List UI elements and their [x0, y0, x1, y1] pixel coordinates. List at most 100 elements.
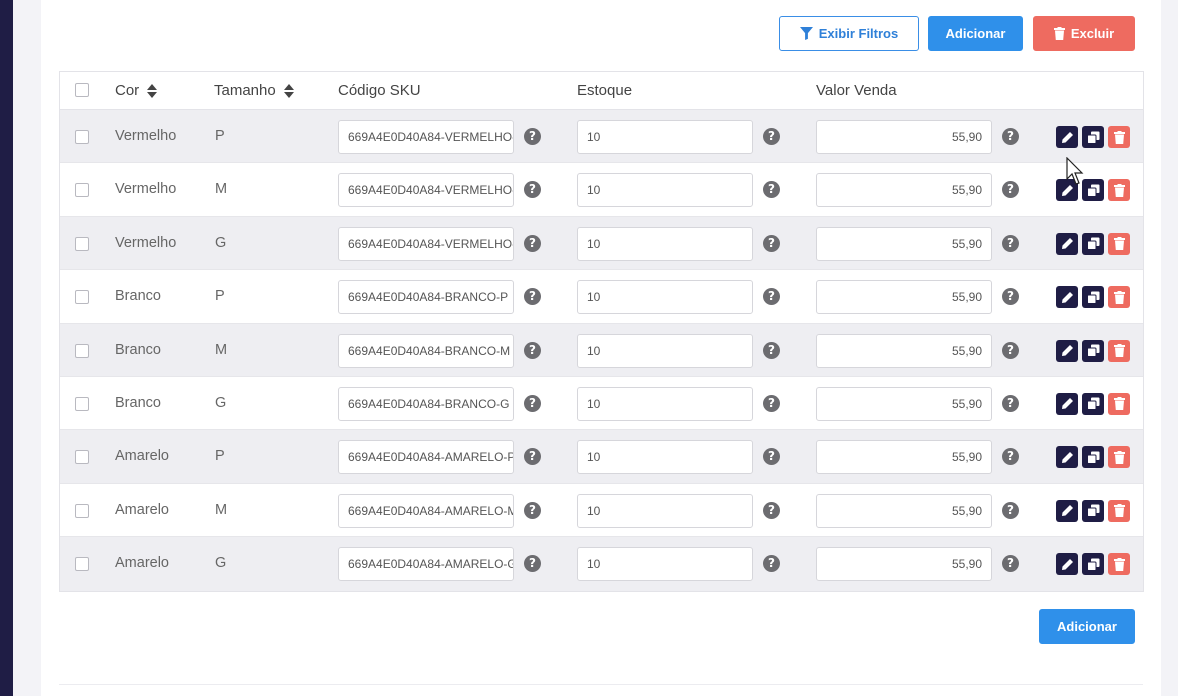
- sku-input[interactable]: 669A4E0D40A84-VERMELHO-G: [338, 226, 514, 261]
- row-checkbox[interactable]: [75, 396, 89, 411]
- sku-input[interactable]: 669A4E0D40A84-BRANCO-P: [338, 280, 514, 315]
- delete-row-button[interactable]: [1108, 126, 1130, 148]
- question-icon[interactable]: ?: [524, 288, 541, 306]
- question-icon[interactable]: ?: [1002, 181, 1019, 199]
- row-checkbox[interactable]: [75, 290, 89, 305]
- question-icon[interactable]: ?: [524, 394, 541, 412]
- row-checkbox[interactable]: [75, 183, 89, 198]
- price-input[interactable]: 55,90: [816, 440, 992, 475]
- question-icon[interactable]: ?: [763, 555, 780, 573]
- duplicate-button[interactable]: [1082, 499, 1104, 522]
- add-bottom-button[interactable]: Adicionar: [1039, 609, 1135, 644]
- question-icon[interactable]: ?: [1002, 128, 1019, 145]
- price-input[interactable]: 55,90: [816, 333, 992, 368]
- delete-row-button[interactable]: [1108, 286, 1130, 309]
- price-input[interactable]: 55,90: [816, 493, 992, 528]
- question-icon[interactable]: ?: [763, 181, 780, 199]
- delete-row-button[interactable]: [1108, 553, 1130, 576]
- stock-input[interactable]: 10: [577, 120, 753, 154]
- sku-input[interactable]: 669A4E0D40A84-AMARELO-P: [338, 440, 514, 475]
- question-icon[interactable]: ?: [1002, 288, 1019, 306]
- question-icon[interactable]: ?: [524, 501, 541, 519]
- question-icon[interactable]: ?: [524, 555, 541, 573]
- question-icon[interactable]: ?: [524, 181, 541, 199]
- delete-row-button[interactable]: [1108, 179, 1130, 202]
- price-input[interactable]: 55,90: [816, 120, 992, 154]
- sort-icon[interactable]: [283, 83, 294, 99]
- question-icon[interactable]: ?: [1002, 234, 1019, 252]
- edit-button[interactable]: [1056, 446, 1078, 469]
- price-input[interactable]: 55,90: [816, 386, 992, 421]
- question-icon[interactable]: ?: [763, 128, 780, 145]
- edit-button[interactable]: [1056, 286, 1078, 309]
- question-icon[interactable]: ?: [763, 448, 780, 466]
- question-icon[interactable]: ?: [524, 234, 541, 252]
- stock-input[interactable]: 10: [577, 280, 753, 315]
- sku-input[interactable]: 669A4E0D40A84-VERMELHO-M: [338, 173, 514, 208]
- show-filters-button[interactable]: Exibir Filtros: [779, 16, 919, 51]
- question-icon[interactable]: ?: [763, 394, 780, 412]
- sku-input[interactable]: 669A4E0D40A84-VERMELHO-P: [338, 120, 514, 154]
- copy-icon: [1086, 504, 1099, 518]
- question-icon[interactable]: ?: [524, 128, 541, 145]
- row-checkbox[interactable]: [75, 450, 89, 465]
- edit-button[interactable]: [1056, 126, 1078, 148]
- sku-input[interactable]: 669A4E0D40A84-AMARELO-M: [338, 493, 514, 528]
- delete-row-button[interactable]: [1108, 392, 1130, 415]
- edit-button[interactable]: [1056, 232, 1078, 255]
- question-icon[interactable]: ?: [763, 501, 780, 519]
- duplicate-button[interactable]: [1082, 126, 1104, 148]
- sort-icon[interactable]: [147, 83, 158, 99]
- edit-button[interactable]: [1056, 499, 1078, 522]
- stock-input[interactable]: 10: [577, 333, 753, 368]
- stock-input[interactable]: 10: [577, 440, 753, 475]
- sku-input[interactable]: 669A4E0D40A84-AMARELO-G: [338, 547, 514, 582]
- duplicate-button[interactable]: [1082, 232, 1104, 255]
- question-icon[interactable]: ?: [1002, 501, 1019, 519]
- edit-button[interactable]: [1056, 179, 1078, 202]
- add-button[interactable]: Adicionar: [928, 16, 1023, 51]
- stock-input[interactable]: 10: [577, 173, 753, 208]
- delete-row-button[interactable]: [1108, 499, 1130, 522]
- price-input[interactable]: 55,90: [816, 226, 992, 261]
- stock-input[interactable]: 10: [577, 493, 753, 528]
- price-input[interactable]: 55,90: [816, 280, 992, 315]
- duplicate-button[interactable]: [1082, 339, 1104, 362]
- delete-button[interactable]: Excluir: [1033, 16, 1135, 51]
- edit-button[interactable]: [1056, 553, 1078, 576]
- row-checkbox[interactable]: [75, 557, 89, 572]
- edit-button[interactable]: [1056, 339, 1078, 362]
- question-icon[interactable]: ?: [524, 341, 541, 359]
- question-icon[interactable]: ?: [763, 234, 780, 252]
- question-icon[interactable]: ?: [1002, 555, 1019, 573]
- question-icon[interactable]: ?: [1002, 394, 1019, 412]
- stock-input[interactable]: 10: [577, 226, 753, 261]
- column-header-size[interactable]: Tamanho: [214, 72, 294, 110]
- sku-input[interactable]: 669A4E0D40A84-BRANCO-M: [338, 333, 514, 368]
- question-icon[interactable]: ?: [524, 448, 541, 466]
- select-all-checkbox[interactable]: [75, 83, 89, 97]
- delete-row-button[interactable]: [1108, 232, 1130, 255]
- question-icon[interactable]: ?: [1002, 448, 1019, 466]
- edit-button[interactable]: [1056, 392, 1078, 415]
- duplicate-button[interactable]: [1082, 553, 1104, 576]
- stock-input[interactable]: 10: [577, 547, 753, 582]
- question-icon[interactable]: ?: [763, 288, 780, 306]
- question-icon[interactable]: ?: [763, 341, 780, 359]
- row-checkbox[interactable]: [75, 503, 89, 518]
- delete-row-button[interactable]: [1108, 339, 1130, 362]
- delete-row-button[interactable]: [1108, 446, 1130, 469]
- row-checkbox[interactable]: [75, 236, 89, 251]
- duplicate-button[interactable]: [1082, 446, 1104, 469]
- column-header-color[interactable]: Cor: [115, 72, 158, 110]
- stock-input[interactable]: 10: [577, 386, 753, 421]
- price-input[interactable]: 55,90: [816, 547, 992, 582]
- duplicate-button[interactable]: [1082, 392, 1104, 415]
- duplicate-button[interactable]: [1082, 286, 1104, 309]
- price-input[interactable]: 55,90: [816, 173, 992, 208]
- row-checkbox[interactable]: [75, 130, 89, 144]
- sku-input[interactable]: 669A4E0D40A84-BRANCO-G: [338, 386, 514, 421]
- question-icon[interactable]: ?: [1002, 341, 1019, 359]
- row-checkbox[interactable]: [75, 343, 89, 358]
- duplicate-button[interactable]: [1082, 179, 1104, 202]
